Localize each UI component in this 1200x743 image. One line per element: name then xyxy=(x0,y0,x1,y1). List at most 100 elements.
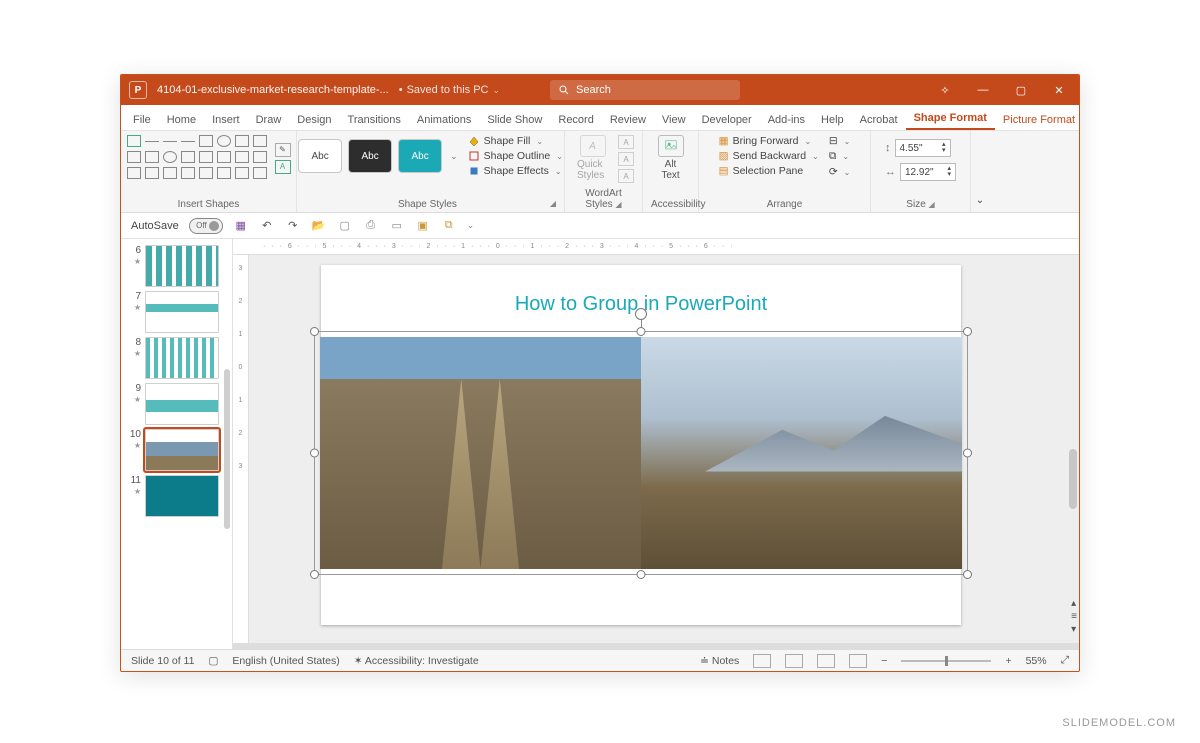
tab-transitions[interactable]: Transitions xyxy=(340,109,409,130)
thumb-10[interactable]: 10★ xyxy=(121,427,232,473)
resize-handle[interactable] xyxy=(963,449,972,458)
shape-styles-gallery[interactable]: Abc Abc Abc ⌄ xyxy=(298,139,460,173)
alt-text-button[interactable]: Alt Text xyxy=(651,135,690,181)
thumb-11[interactable]: 11★ xyxy=(121,473,232,519)
tab-insert[interactable]: Insert xyxy=(204,109,248,130)
tab-record[interactable]: Record xyxy=(550,109,601,130)
text-effects-button[interactable]: A xyxy=(618,169,634,183)
tab-help[interactable]: Help xyxy=(813,109,852,130)
save-status[interactable]: • Saved to this PC ⌄ xyxy=(399,84,500,96)
dialog-launcher-icon[interactable]: ◢ xyxy=(550,199,556,210)
text-fill-button[interactable]: A xyxy=(618,135,634,149)
height-input[interactable]: ↕4.55"▴▾ xyxy=(885,139,956,157)
selection-handles[interactable] xyxy=(314,331,968,575)
from-beginning-button[interactable]: ▣ xyxy=(415,218,431,234)
notes-splitter[interactable] xyxy=(233,643,1079,649)
edit-shape-button[interactable]: ✎ xyxy=(275,143,291,157)
normal-view-button[interactable] xyxy=(753,654,771,668)
more-commands-button[interactable]: ⧉ xyxy=(441,218,457,234)
close-button[interactable]: ✕ xyxy=(1047,84,1071,97)
tab-view[interactable]: View xyxy=(654,109,694,130)
text-box-button[interactable]: A xyxy=(275,160,291,174)
bring-forward-button[interactable]: ▦Bring Forward⌄ xyxy=(719,135,819,147)
align-button[interactable]: ⊟⌄ xyxy=(829,135,851,147)
tab-slideshow[interactable]: Slide Show xyxy=(479,109,550,130)
qat-overflow-icon[interactable]: ⌄ xyxy=(467,220,475,231)
shape-style-3[interactable]: Abc xyxy=(398,139,442,173)
resize-handle[interactable] xyxy=(637,570,646,579)
tab-developer[interactable]: Developer xyxy=(694,109,760,130)
slide-canvas[interactable]: How to Group in PowerPoint xyxy=(249,255,1079,643)
gallery-more-icon[interactable]: ⌄ xyxy=(448,151,460,162)
autosave-toggle[interactable]: Off xyxy=(189,218,223,234)
open-button[interactable]: 📂 xyxy=(311,218,327,234)
undo-button[interactable]: ↶ xyxy=(259,218,275,234)
selected-group[interactable] xyxy=(320,337,962,569)
fit-to-window-button[interactable]: ⤢ xyxy=(1061,654,1069,667)
accessibility-status[interactable]: ✶ Accessibility: Investigate xyxy=(354,655,479,667)
thumb-6[interactable]: 6★ xyxy=(121,243,232,289)
resize-handle[interactable] xyxy=(963,327,972,336)
language-status[interactable]: English (United States) xyxy=(232,655,339,667)
zoom-in-button[interactable]: + xyxy=(1005,655,1011,667)
slide-nav-arrows[interactable]: ▴≡▾ xyxy=(1071,598,1077,635)
search-input[interactable]: Search xyxy=(550,80,740,100)
notes-button[interactable]: ≐ Notes xyxy=(700,655,739,667)
tab-file[interactable]: File xyxy=(125,109,159,130)
tab-acrobat[interactable]: Acrobat xyxy=(852,109,906,130)
shape-fill-button[interactable]: Shape Fill⌄ xyxy=(468,135,563,147)
group-size: ↕4.55"▴▾ ↔12.92"▴▾ Size ◢ xyxy=(871,131,971,212)
slideshow-view-button[interactable] xyxy=(849,654,867,668)
zoom-level[interactable]: 55% xyxy=(1026,655,1047,667)
coming-soon-icon[interactable]: ✧ xyxy=(933,84,957,97)
shapes-gallery[interactable] xyxy=(127,135,269,181)
tab-home[interactable]: Home xyxy=(159,109,204,130)
tab-shape-format[interactable]: Shape Format xyxy=(906,107,995,130)
tab-picture-format[interactable]: Picture Format xyxy=(995,109,1080,130)
minimize-button[interactable]: — xyxy=(971,84,995,96)
selection-pane-button[interactable]: ▤Selection Pane xyxy=(719,165,819,177)
resize-handle[interactable] xyxy=(310,449,319,458)
resize-handle[interactable] xyxy=(637,327,646,336)
zoom-slider[interactable] xyxy=(901,660,991,662)
save-button[interactable]: ▦ xyxy=(233,218,249,234)
shape-style-1[interactable]: Abc xyxy=(298,139,342,173)
new-button[interactable]: ▢ xyxy=(337,218,353,234)
send-backward-button[interactable]: ▨Send Backward⌄ xyxy=(719,150,819,162)
sorter-view-button[interactable] xyxy=(785,654,803,668)
resize-handle[interactable] xyxy=(310,327,319,336)
slide-counter[interactable]: Slide 10 of 11 xyxy=(131,655,194,667)
touch-mode-button[interactable]: ▭ xyxy=(389,218,405,234)
thumbnails-scrollbar[interactable] xyxy=(224,369,230,529)
zoom-out-button[interactable]: − xyxy=(881,655,887,667)
thumb-9[interactable]: 9★ xyxy=(121,381,232,427)
dialog-launcher-icon[interactable]: ◢ xyxy=(615,200,621,209)
reading-view-button[interactable] xyxy=(817,654,835,668)
tab-addins[interactable]: Add-ins xyxy=(760,109,813,130)
tab-design[interactable]: Design xyxy=(289,109,339,130)
slide-thumbnails-pane[interactable]: 6★ 7★ 8★ 9★ 10★ 11★ xyxy=(121,239,233,649)
dialog-launcher-icon[interactable]: ◢ xyxy=(929,200,935,209)
quick-print-button[interactable]: ⎙ xyxy=(363,218,379,234)
shape-effects-button[interactable]: Shape Effects⌄ xyxy=(468,165,563,177)
rotate-button[interactable]: ⟳⌄ xyxy=(829,166,851,178)
collapse-ribbon-button[interactable]: ⌄ xyxy=(971,131,989,212)
rotate-handle-icon[interactable] xyxy=(635,308,647,320)
shape-outline-button[interactable]: Shape Outline⌄ xyxy=(468,150,563,162)
spellcheck-icon[interactable]: ▢ xyxy=(208,655,218,667)
tab-draw[interactable]: Draw xyxy=(248,109,290,130)
text-outline-button[interactable]: A xyxy=(618,152,634,166)
quick-styles-button[interactable]: A Quick Styles xyxy=(573,135,612,181)
resize-handle[interactable] xyxy=(310,570,319,579)
group-button[interactable]: ⧉⌄ xyxy=(829,150,851,163)
thumb-8[interactable]: 8★ xyxy=(121,335,232,381)
tab-review[interactable]: Review xyxy=(602,109,654,130)
thumb-7[interactable]: 7★ xyxy=(121,289,232,335)
redo-button[interactable]: ↷ xyxy=(285,218,301,234)
resize-handle[interactable] xyxy=(963,570,972,579)
maximize-button[interactable]: ▢ xyxy=(1009,84,1033,97)
tab-animations[interactable]: Animations xyxy=(409,109,479,130)
vertical-scrollbar[interactable] xyxy=(1069,449,1077,509)
width-input[interactable]: ↔12.92"▴▾ xyxy=(885,163,956,181)
shape-style-2[interactable]: Abc xyxy=(348,139,392,173)
